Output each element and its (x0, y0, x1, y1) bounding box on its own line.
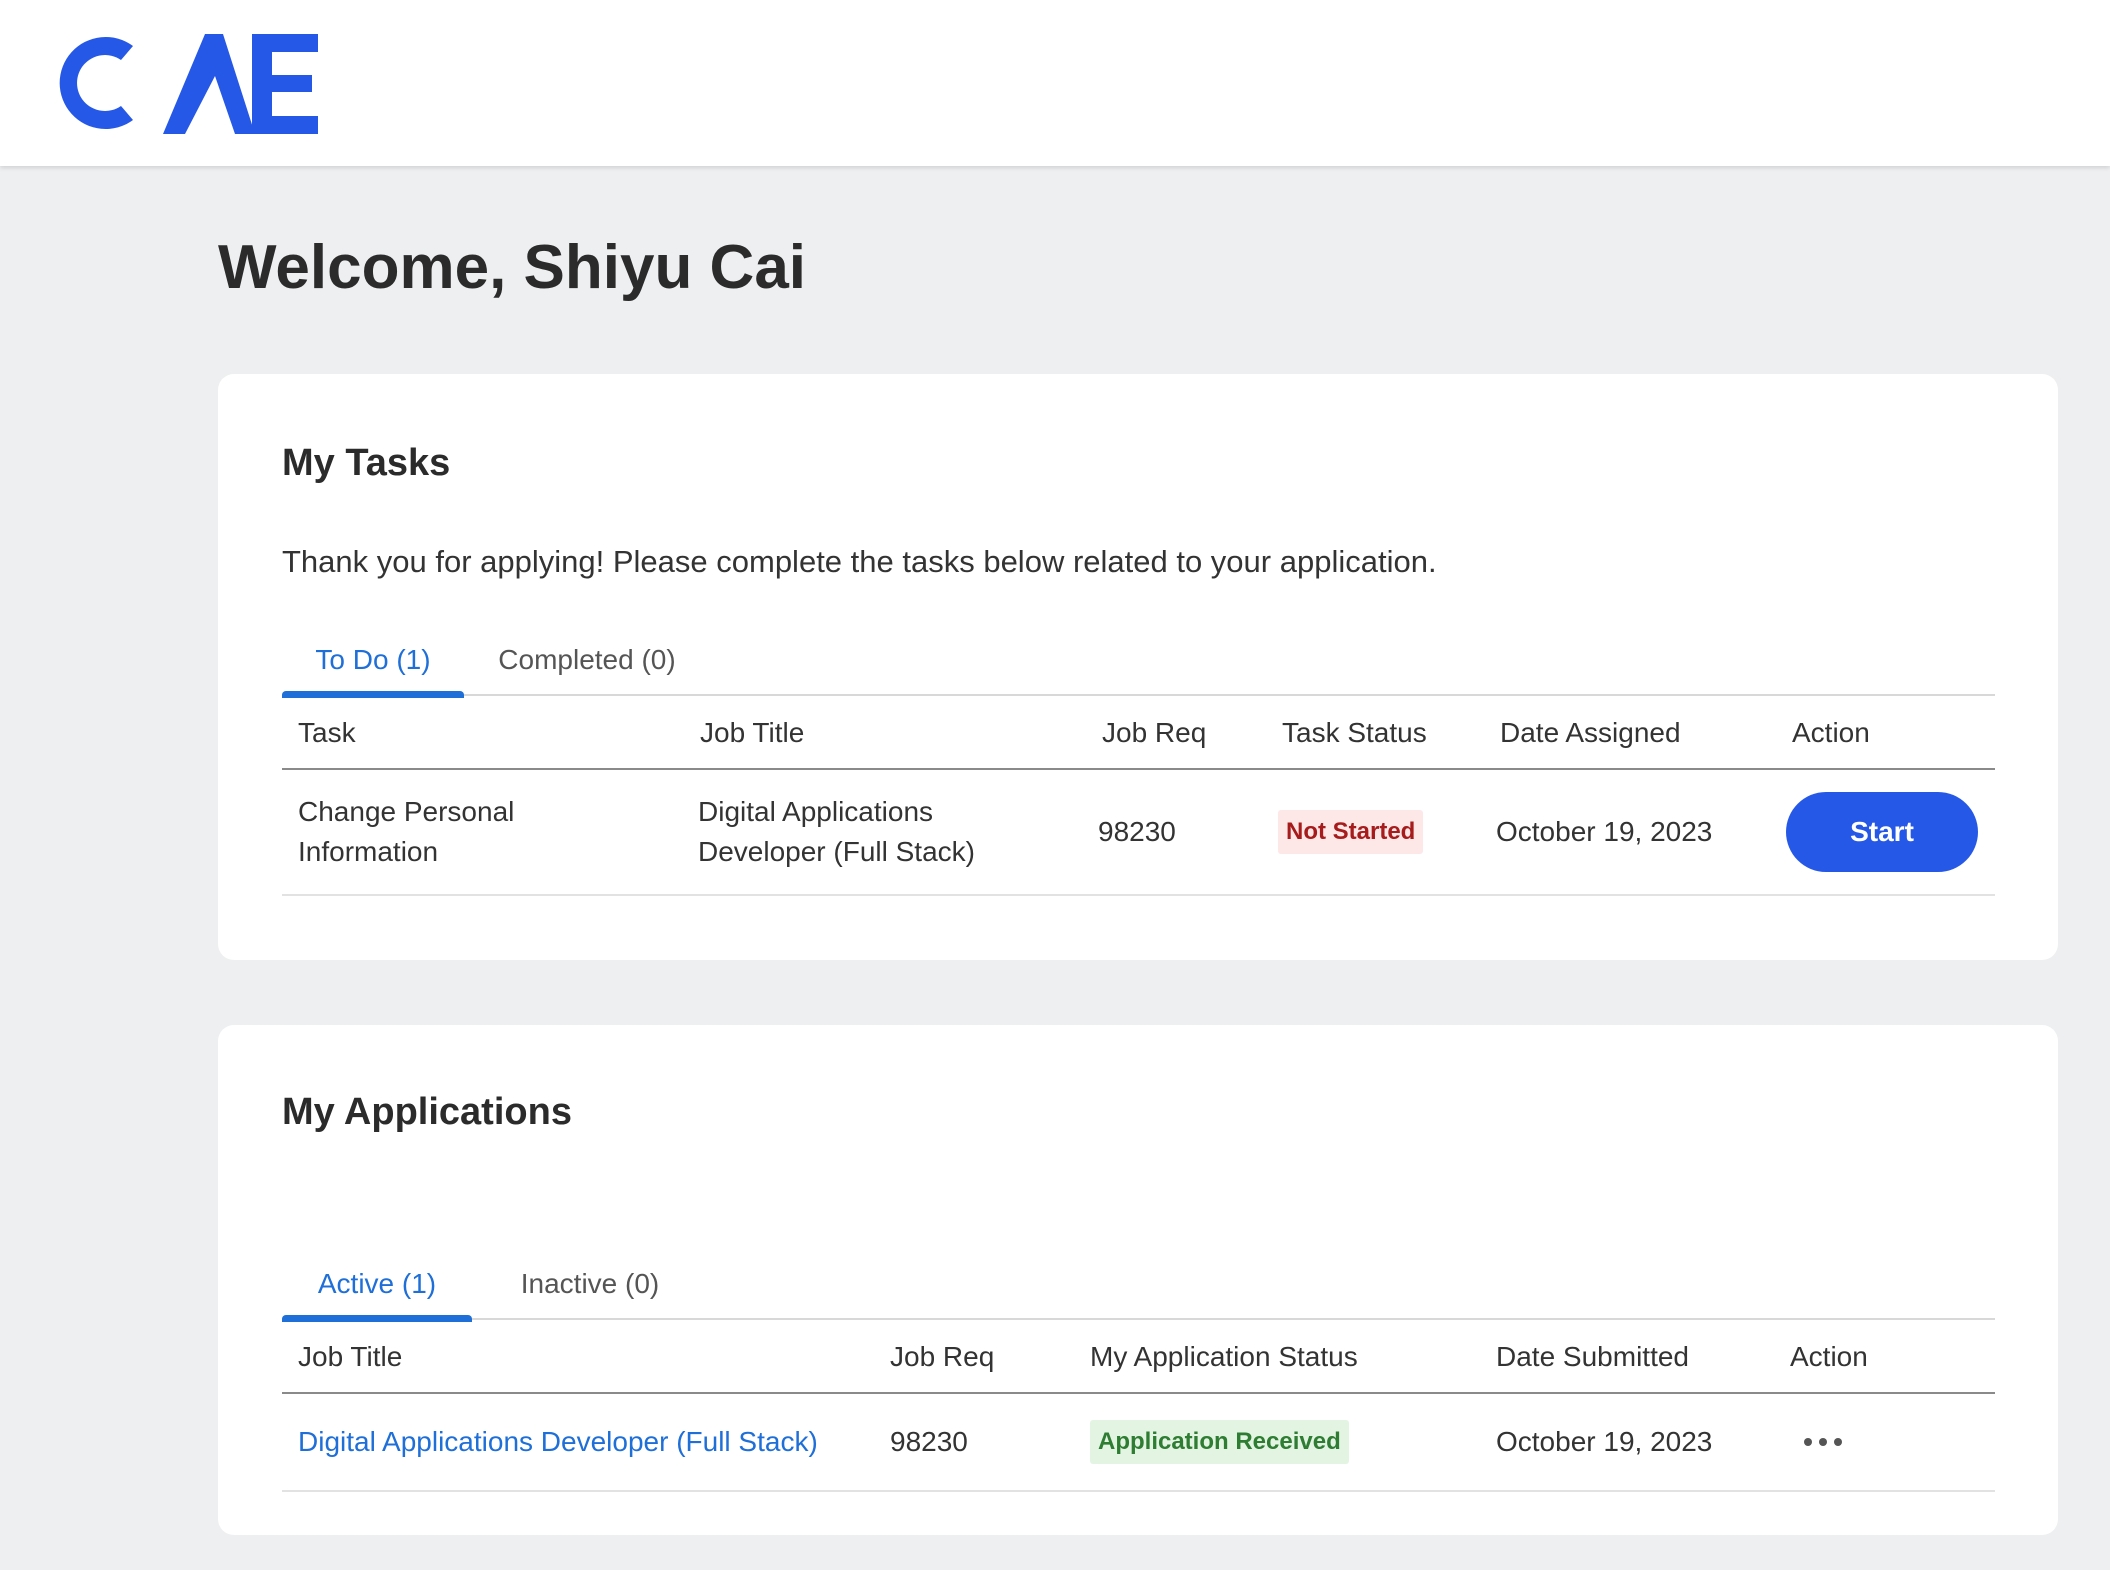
status-badge: Application Received (1090, 1420, 1349, 1464)
col-job-title: Job Title (700, 717, 805, 748)
start-button[interactable]: Start (1786, 792, 1978, 872)
tab-completed[interactable]: Completed (0) (482, 623, 692, 696)
status-badge: Not Started (1278, 810, 1424, 854)
tasks-table-header: Task Job Title Job Req Task Status Date … (282, 696, 1995, 770)
applications-table: Job Title Job Req My Application Status … (282, 1320, 1995, 1492)
table-row: Change Personal Information Digital Appl… (282, 770, 1995, 896)
col-action: Action (1790, 1341, 1868, 1372)
col-job-req: Job Req (1102, 717, 1207, 748)
col-task-status: Task Status (1282, 717, 1427, 748)
col-application-status: My Application Status (1090, 1341, 1358, 1372)
application-job-title-link[interactable]: Digital Applications Developer (Full Sta… (298, 1394, 818, 1490)
top-header (0, 0, 2110, 166)
my-applications-title: My Applications (282, 1091, 572, 1133)
task-status-cell: Not Started (1278, 770, 1424, 894)
col-job-req: Job Req (890, 1341, 995, 1372)
col-date-submitted: Date Submitted (1496, 1341, 1689, 1372)
tasks-table: Task Job Title Job Req Task Status Date … (282, 696, 1995, 896)
col-job-title: Job Title (298, 1341, 403, 1372)
application-job-req: 98230 (890, 1426, 968, 1457)
task-name-line2: Information (298, 836, 439, 867)
task-date-assigned: October 19, 2023 (1496, 816, 1713, 847)
task-action-cell: Start (1786, 770, 1978, 894)
tasks-intro-text: Thank you for applying! Please complete … (282, 544, 1437, 579)
tab-inactive[interactable]: Inactive (0) (490, 1247, 690, 1320)
task-job-title-line1: Digital Applications (698, 796, 934, 827)
my-applications-card: My Applications Active (1) Inactive (0) … (218, 1025, 2058, 1535)
task-name: Change Personal Information (298, 770, 514, 894)
task-job-title-line2: Developer (Full Stack) (698, 836, 975, 867)
col-date-assigned: Date Assigned (1500, 717, 1681, 748)
my-tasks-card: My Tasks Thank you for applying! Please … (218, 374, 2058, 960)
cae-logo[interactable] (45, 30, 320, 136)
application-date-submitted: October 19, 2023 (1496, 1426, 1713, 1457)
task-job-req: 98230 (1098, 816, 1176, 847)
application-status-cell: Application Received (1090, 1394, 1349, 1490)
tab-active[interactable]: Active (1) (282, 1247, 472, 1322)
my-tasks-title: My Tasks (282, 442, 451, 484)
task-job-title: Digital Applications Developer (Full Sta… (698, 770, 975, 894)
tab-to-do[interactable]: To Do (1) (282, 623, 464, 698)
tasks-tabs: To Do (1) Completed (0) (282, 623, 1995, 698)
application-action-cell (1794, 1394, 1852, 1490)
col-task: Task (298, 717, 356, 748)
table-row: Digital Applications Developer (Full Sta… (282, 1394, 1995, 1492)
applications-table-header: Job Title Job Req My Application Status … (282, 1320, 1995, 1394)
col-action: Action (1792, 717, 1870, 748)
task-name-line1: Change Personal (298, 796, 515, 827)
applications-tabs: Active (1) Inactive (0) (282, 1247, 1995, 1322)
more-horizontal-icon[interactable] (1794, 1428, 1852, 1456)
page-title: Welcome, Shiyu Cai (218, 233, 807, 302)
